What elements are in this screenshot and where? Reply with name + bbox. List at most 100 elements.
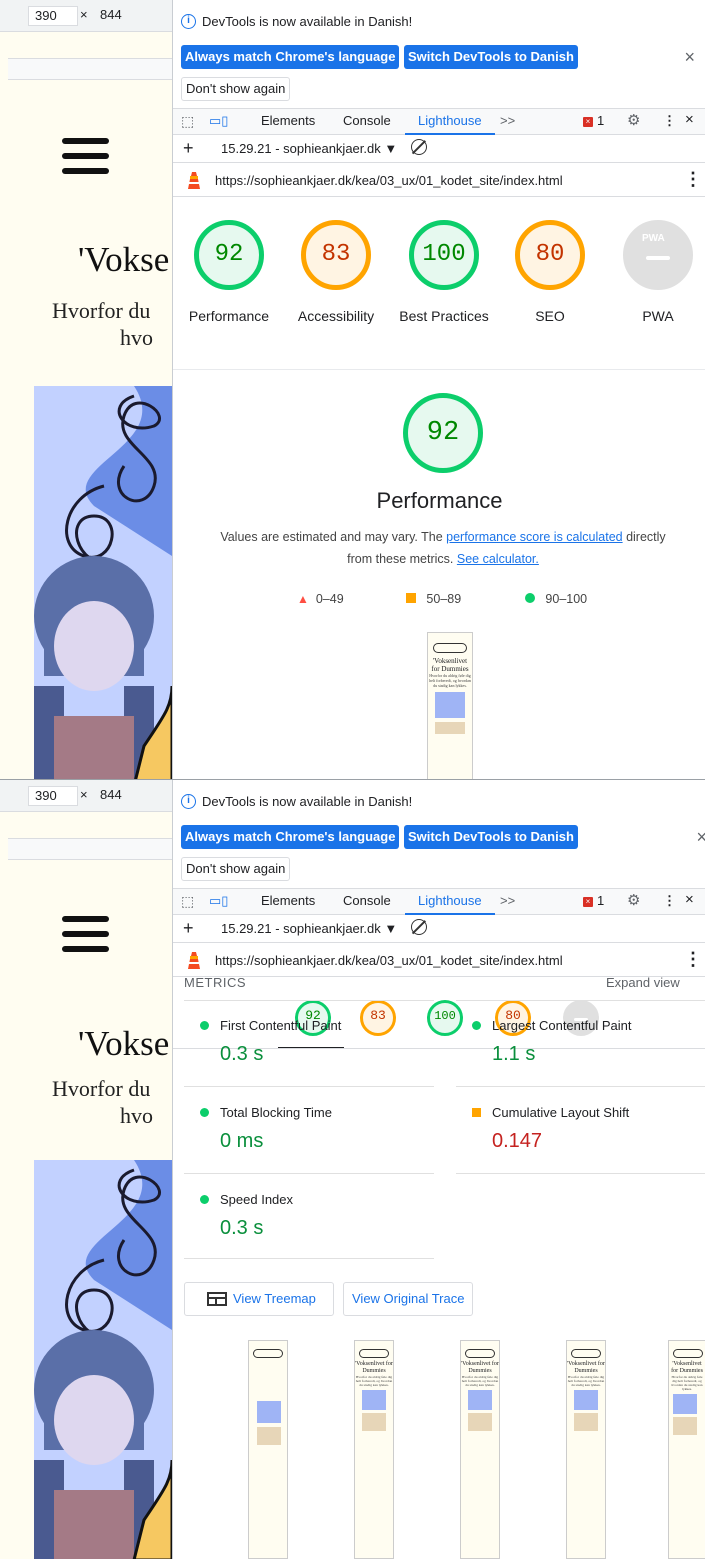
inspect-element-icon-2[interactable]: ⬚ [181, 893, 194, 910]
devtools-close-icon-2[interactable]: × [685, 891, 694, 908]
metric-cls: Cumulative Layout Shift 0.147 [468, 1105, 705, 1153]
site-subtitle-2: Hvorfor du [52, 1076, 151, 1101]
tab-console-2[interactable]: Console [343, 893, 391, 908]
height-input-2[interactable]: 844 [94, 786, 152, 806]
thumb-text: Hvorfor du aldrig føle dig helt forbered… [671, 1375, 703, 1391]
dont-show-again-button-2[interactable]: Don't show again [181, 857, 291, 881]
more-tabs-icon-2[interactable]: >> [500, 893, 515, 908]
metric-tbt: Total Blocking Time 0 ms [196, 1105, 436, 1153]
gauge-pwa[interactable]: PWA [623, 220, 693, 290]
hamburger-menu-icon[interactable] [62, 138, 109, 174]
filmstrip-frame-4[interactable]: 'Voksenlivet for Dummies Hvorfor du aldr… [566, 1340, 606, 1559]
square-icon [406, 593, 416, 603]
width-input-2[interactable]: 390 [28, 786, 78, 806]
view-original-trace-button[interactable]: View Original Trace [343, 1282, 474, 1316]
settings-gear-icon-2[interactable]: ⚙ [627, 891, 640, 909]
expand-view-toggle[interactable]: Expand view [606, 975, 680, 990]
report-options-icon-2[interactable]: ⋮ [684, 949, 702, 970]
gauge-accessibility[interactable]: 83 [301, 220, 371, 290]
width-input[interactable]: 390 [28, 6, 78, 26]
thumb-title: 'Voksenlivet for Dummies [431, 657, 469, 673]
error-icon[interactable]: × [583, 117, 593, 127]
devtools-menu-icon-2[interactable]: ⋮ [663, 893, 676, 909]
score-calculated-link[interactable]: performance score is calculated [446, 530, 622, 544]
gauge-seo[interactable]: 80 [515, 220, 585, 290]
clear-reports-icon[interactable] [411, 139, 427, 155]
legend-pass-range: 90–100 [545, 592, 588, 606]
thumb-image-2 [468, 1413, 492, 1431]
metrics-line [456, 1086, 705, 1087]
metric-pass-icon [200, 1195, 209, 1204]
error-icon-2[interactable]: × [583, 897, 593, 907]
filmstrip-frame-1[interactable] [248, 1340, 288, 1559]
section-divider [173, 369, 705, 370]
error-count-2[interactable]: 1 [597, 893, 604, 908]
metric-value: 0.3 s [220, 1043, 264, 1065]
metric-speed-index: Speed Index 0.3 s [196, 1192, 436, 1240]
always-match-language-button-2[interactable]: Always match Chrome's language [181, 825, 400, 849]
metrics-header: METRICS [184, 975, 246, 990]
devtools-close-icon[interactable]: × [685, 111, 694, 128]
responsive-toolbar-2: 390 × 844 [0, 780, 172, 812]
switch-to-danish-button-2[interactable]: Switch DevTools to Danish [404, 825, 578, 849]
preview-ruler-2 [8, 838, 172, 860]
pwa-badge: PWA [642, 233, 665, 244]
device-toolbar-icon-2[interactable]: ▭▯ [209, 893, 228, 909]
thumb-image-2 [574, 1413, 598, 1431]
devtools-menu-icon[interactable]: ⋮ [663, 113, 676, 129]
gauge-performance[interactable]: 92 [194, 220, 264, 290]
lighthouse-icon-2 [188, 952, 200, 969]
dont-show-again-button[interactable]: Don't show again [181, 77, 291, 101]
legend-fail: ▲ 0–49 [297, 592, 344, 606]
filmstrip-frame-2[interactable]: 'Voksenlivet for Dummies Hvorfor du aldr… [354, 1340, 394, 1559]
hamburger-menu-icon-2[interactable] [62, 916, 109, 952]
inspect-element-icon[interactable]: ⬚ [181, 113, 194, 130]
see-calculator-link[interactable]: See calculator. [457, 552, 539, 566]
metric-lcp: Largest Contentful Paint 1.1 s [468, 1018, 705, 1066]
filmstrip-frame-5[interactable]: 'Voksenlivet for Dummies Hvorfor du aldr… [668, 1340, 705, 1559]
site-title: 'Vokse [78, 240, 170, 279]
tab-lighthouse-2[interactable]: Lighthouse [418, 893, 482, 908]
new-report-icon[interactable]: + [183, 138, 194, 159]
thumb-menu-icon [253, 1349, 283, 1358]
metric-pass-icon [200, 1108, 209, 1117]
view-treemap-button[interactable]: View Treemap [184, 1282, 334, 1316]
device-toolbar-icon[interactable]: ▭▯ [209, 113, 228, 129]
report-options-icon[interactable]: ⋮ [684, 169, 702, 190]
tab-elements[interactable]: Elements [261, 113, 315, 128]
always-match-language-button[interactable]: Always match Chrome's language [181, 45, 400, 69]
audited-url: https://sophieankjaer.dk/kea/03_ux/01_ko… [215, 173, 563, 188]
final-screenshot-thumbnail[interactable]: 'Voksenlivet for Dummies Hvorfor du aldr… [427, 632, 473, 779]
infobar-close-icon[interactable]: × [684, 47, 695, 68]
tab-console[interactable]: Console [343, 113, 391, 128]
infobar-message: DevTools is now available in Danish! [202, 14, 413, 29]
metric-label: Speed Index [220, 1192, 294, 1207]
metric-label: First Contentful Paint [220, 1018, 342, 1033]
site-subtitle-line2-2: hvo [120, 1103, 153, 1128]
tab-elements-2[interactable]: Elements [261, 893, 315, 908]
report-selector-2[interactable]: 15.29.21 - sophieankjaer.dk ▼ [221, 921, 397, 936]
dimension-separator-2: × [80, 787, 88, 802]
gauge-best-practices[interactable]: 100 [409, 220, 479, 290]
metric-value: 0.147 [492, 1130, 543, 1152]
new-report-icon-2[interactable]: + [183, 918, 194, 939]
tab-lighthouse[interactable]: Lighthouse [418, 113, 482, 128]
clear-reports-icon-2[interactable] [411, 919, 427, 935]
switch-to-danish-button[interactable]: Switch DevTools to Danish [404, 45, 578, 69]
more-tabs-icon[interactable]: >> [500, 113, 515, 128]
report-selector[interactable]: 15.29.21 - sophieankjaer.dk ▼ [221, 141, 397, 156]
metric-pass-icon [472, 1021, 481, 1030]
gauge-label-seo: SEO [535, 308, 565, 324]
thumb-text: Hvorfor du aldrig føle dig helt forbered… [355, 1375, 393, 1387]
metric-value: 0 ms [220, 1130, 264, 1152]
height-input[interactable]: 844 [94, 6, 152, 26]
filmstrip-frame-3[interactable]: 'Voksenlivet for Dummies Hvorfor du aldr… [460, 1340, 500, 1559]
error-count[interactable]: 1 [597, 113, 604, 128]
report-url-bar-2: https://sophieankjaer.dk/kea/03_ux/01_ko… [173, 943, 705, 977]
infobar-close-icon-2[interactable]: × [696, 827, 705, 848]
settings-gear-icon[interactable]: ⚙ [627, 111, 640, 129]
metric-pass-icon [200, 1021, 209, 1030]
performance-title: Performance [376, 488, 503, 513]
legend-pass: 90–100 [525, 592, 587, 606]
hero-illustration-2 [34, 1160, 172, 1559]
